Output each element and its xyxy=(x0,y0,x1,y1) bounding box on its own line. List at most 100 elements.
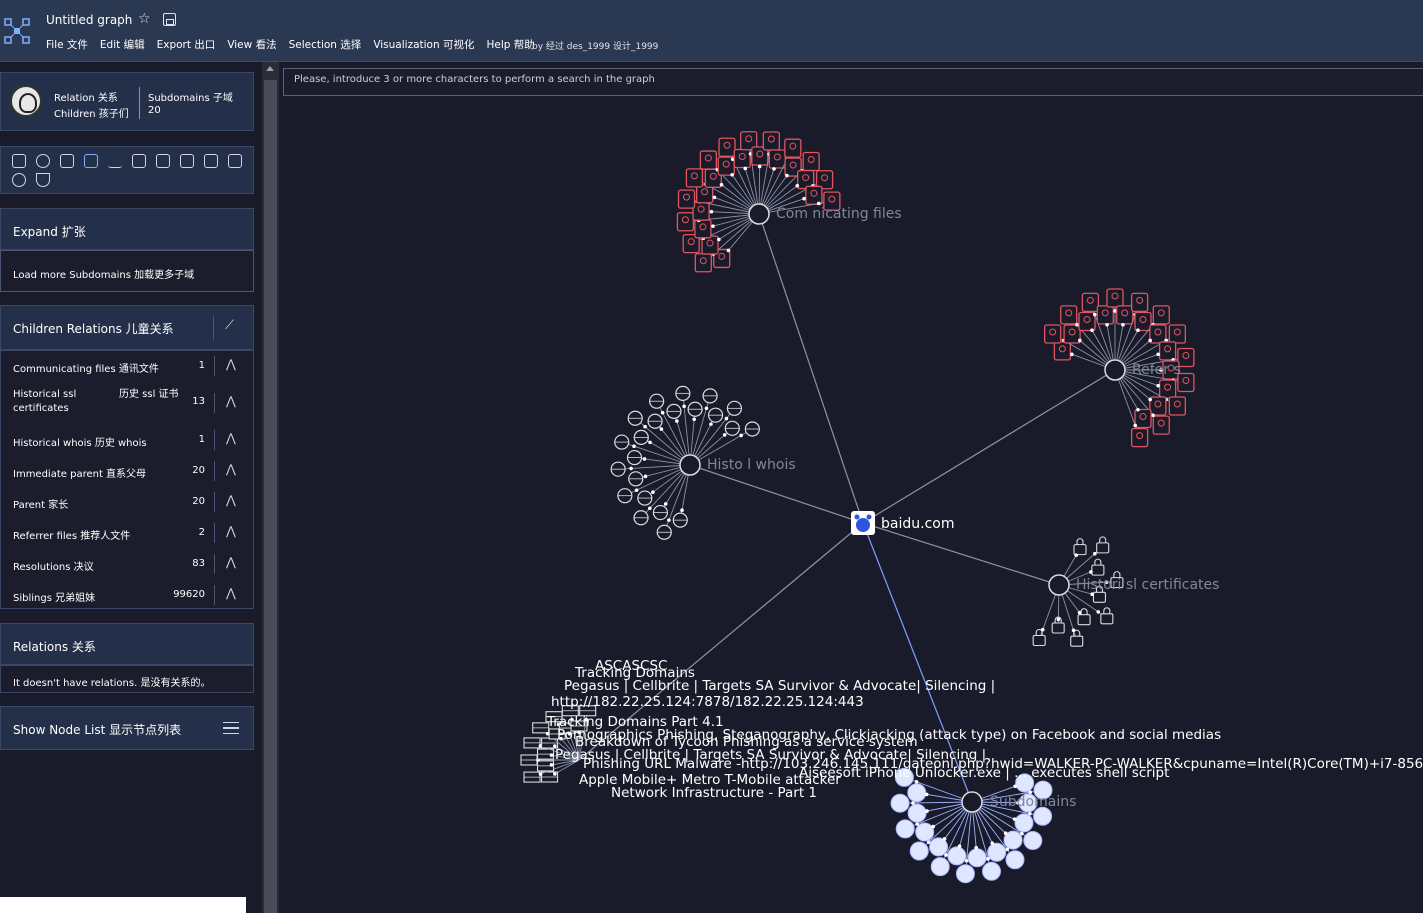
ssl-node-icon xyxy=(1077,614,1091,626)
edge-dot xyxy=(1012,817,1017,821)
save-icon[interactable] xyxy=(163,13,176,26)
expand-title: Expand 扩张 xyxy=(13,225,86,239)
list-item[interactable]: Historical ssl certificates 历史 ssl 证书 13… xyxy=(1,381,253,425)
list-item[interactable]: Siblings 兄弟姐妹 99620 ⋀ xyxy=(1,580,253,609)
expand-node-icon[interactable]: ⋀ xyxy=(226,524,236,538)
list-item[interactable]: Immediate parent 直系父母 20 ⋀ xyxy=(1,456,253,487)
file-node-icon xyxy=(676,212,695,232)
relation-name: Historical whois 历史 whois xyxy=(13,438,147,449)
historical-ssl-hub[interactable]: Histori sl certificates xyxy=(1048,574,1219,596)
relation-name: Referrer files 推荐人文件 xyxy=(13,531,131,542)
search-input[interactable] xyxy=(294,74,1394,85)
relations-header[interactable]: Relations 关系 xyxy=(0,623,254,665)
edge-dot xyxy=(942,837,947,841)
filter-icon[interactable] xyxy=(36,173,50,187)
edge-dot xyxy=(1003,831,1008,836)
historical-whois-hub[interactable]: Histo l whois xyxy=(679,454,796,476)
group-icon[interactable] xyxy=(84,154,98,168)
edge-dot xyxy=(1148,338,1152,343)
expand-node-icon[interactable]: ⋀ xyxy=(226,493,236,507)
app-logo-icon[interactable] xyxy=(4,18,30,44)
menu-export[interactable]: Export 出口 xyxy=(157,37,216,52)
subdomain-node-icon xyxy=(890,793,910,813)
star-icon[interactable]: ☆ xyxy=(138,11,151,27)
expand-node-icon[interactable]: ⋀ xyxy=(226,394,236,408)
graph-canvas[interactable]: Com nicating files Refer s Histo l whois… xyxy=(279,100,1423,913)
edge-dot xyxy=(680,508,684,513)
subdomain-node-icon xyxy=(930,857,950,877)
author-byline[interactable]: by 经过 des_1999 设计_1999 xyxy=(532,39,658,52)
notes-icon[interactable] xyxy=(12,154,26,168)
tree-icon[interactable] xyxy=(156,154,170,168)
list-item[interactable]: Communicating files 通讯文件 1 ⋀ xyxy=(1,351,253,381)
edge-dot xyxy=(667,518,671,522)
menu-help[interactable]: Help 帮助 xyxy=(486,37,534,52)
file-node-icon xyxy=(1134,311,1152,332)
baidu-node[interactable]: baidu.com xyxy=(851,511,954,535)
scroll-up-icon[interactable] xyxy=(266,66,274,71)
collection-label[interactable]: Aiseesoft iPhone Unlocker.exe | ... exec… xyxy=(799,765,1169,781)
subdomains-hub[interactable]: Subdomains xyxy=(961,791,1076,813)
trash-icon[interactable] xyxy=(228,154,242,168)
children-relations-header[interactable]: Children Relations 儿童关系 ⟋ xyxy=(0,305,254,350)
children-relations-list: Communicating files 通讯文件 1 ⋀ Historical … xyxy=(0,350,254,609)
edge-dot xyxy=(986,857,990,861)
unlink-icon[interactable] xyxy=(12,173,26,187)
divider xyxy=(214,554,215,574)
hierarchy-icon[interactable] xyxy=(132,154,146,168)
align-top-icon[interactable] xyxy=(180,154,194,168)
edge-dot xyxy=(651,490,655,494)
graph-edge xyxy=(862,522,1060,586)
edge-dot xyxy=(1148,397,1152,402)
list-item[interactable]: Resolutions 决议 83 ⋀ xyxy=(1,549,253,580)
communicating-files-label: Com nicating files xyxy=(776,206,902,222)
expand-node-icon[interactable]: ⋀ xyxy=(226,586,236,600)
edge-dot xyxy=(974,845,978,850)
menu-visualization[interactable]: Visualization 可视化 xyxy=(373,37,474,52)
relation-count: 83 xyxy=(192,558,205,569)
download-icon[interactable] xyxy=(108,154,122,168)
list-item[interactable]: Parent 家长 20 ⋀ xyxy=(1,487,253,518)
subdomain-node-icon xyxy=(1005,850,1025,870)
tooltip-box xyxy=(0,897,246,913)
subdomains-label: Subdomains xyxy=(990,794,1076,810)
collection-label[interactable]: Pegasus | Cellbrite | Targets SA Survivo… xyxy=(564,678,995,694)
collection-label[interactable]: http://182.22.25.124:7878/182.22.25.124:… xyxy=(551,694,864,710)
file-node-icon xyxy=(1158,341,1177,361)
expand-node-icon[interactable]: ⋀ xyxy=(226,462,236,476)
show-node-list-button[interactable]: Show Node List 显示节点列表 xyxy=(0,706,254,750)
expand-node-icon[interactable]: ⋀ xyxy=(226,431,236,445)
expand-section-header[interactable]: Expand 扩张 xyxy=(0,208,254,250)
load-more-subdomains-button[interactable]: Load more Subdomains 加载更多子域 xyxy=(0,250,254,292)
relation-name: Resolutions 决议 xyxy=(13,562,94,573)
referrer-files-hub[interactable]: Refer s xyxy=(1104,359,1181,381)
edge-dot xyxy=(642,457,647,461)
file-node-icon xyxy=(805,185,823,205)
add-node-icon[interactable] xyxy=(36,154,50,168)
expand-node-icon[interactable]: ⋀ xyxy=(226,357,236,371)
file-node-icon xyxy=(1168,324,1187,344)
chart-icon[interactable]: ⟋ xyxy=(225,318,234,333)
menu-bar: File 文件 Edit 编辑 Export 出口 View 看法 Select… xyxy=(46,37,535,52)
collection-label[interactable]: Network Infrastructure - Part 1 xyxy=(611,785,817,801)
divider xyxy=(214,585,215,605)
menu-file[interactable]: File 文件 xyxy=(46,37,88,52)
menu-view[interactable]: View 看法 xyxy=(227,37,276,52)
menu-edit[interactable]: Edit 编辑 xyxy=(100,37,145,52)
focus-icon[interactable] xyxy=(60,154,74,168)
graph-title[interactable]: Untitled graph xyxy=(46,13,132,27)
edge-dot xyxy=(1093,312,1097,317)
graph-edge xyxy=(689,464,864,524)
divider xyxy=(139,87,140,119)
menu-selection[interactable]: Selection 选择 xyxy=(289,37,362,52)
list-item[interactable]: Referrer files 推荐人文件 2 ⋀ xyxy=(1,518,253,549)
align-middle-icon[interactable] xyxy=(204,154,218,168)
edge-dot xyxy=(957,844,962,849)
scrollbar-thumb[interactable] xyxy=(264,80,277,913)
baidu-label: baidu.com xyxy=(881,516,954,532)
file-node-icon xyxy=(699,150,717,170)
expand-node-icon[interactable]: ⋀ xyxy=(226,555,236,569)
subdomain-node-icon xyxy=(982,861,1002,881)
edge-dot xyxy=(1136,407,1140,412)
list-item[interactable]: Historical whois 历史 whois 1 ⋀ xyxy=(1,425,253,456)
